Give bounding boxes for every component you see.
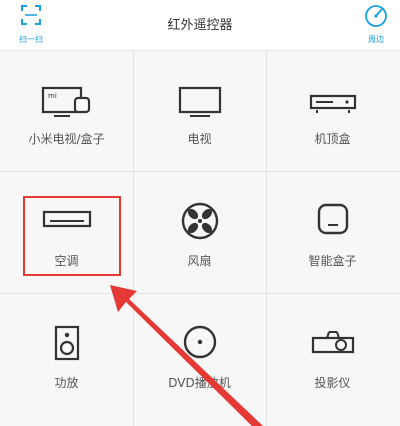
device-label: 小米电视/盒子 bbox=[28, 132, 105, 146]
nearby-label: 周边 bbox=[368, 35, 384, 44]
device-label: 智能盒子 bbox=[308, 254, 357, 268]
device-projector[interactable]: 投影仪 bbox=[266, 294, 399, 415]
device-amplifier[interactable]: 功放 bbox=[0, 294, 133, 415]
scan-label: 扫一扫 bbox=[19, 35, 43, 44]
device-set-top-box[interactable]: 机顶盒 bbox=[266, 51, 399, 172]
set-top-box-icon bbox=[266, 84, 399, 124]
radar-icon bbox=[365, 5, 387, 27]
device-label: 电视 bbox=[187, 132, 212, 146]
device-dvd-player[interactable]: DVD播放机 bbox=[133, 294, 266, 415]
top-bar: 扫一扫 红外遥控器 周边 bbox=[0, 0, 400, 50]
tv-icon bbox=[133, 84, 266, 124]
device-smart-box[interactable]: 智能盒子 bbox=[266, 172, 399, 293]
device-fan[interactable]: 风扇 bbox=[133, 172, 266, 293]
device-label: 风扇 bbox=[187, 254, 212, 268]
svg-text:mi: mi bbox=[48, 92, 57, 100]
device-mi-tv-box[interactable]: mi 小米电视/盒子 bbox=[0, 51, 133, 172]
nearby-button[interactable]: 周边 bbox=[358, 4, 394, 46]
device-label: DVD播放机 bbox=[168, 376, 231, 390]
projector-icon bbox=[266, 324, 399, 364]
fan-icon bbox=[133, 201, 266, 241]
dvd-player-icon bbox=[133, 324, 266, 364]
device-label: 投影仪 bbox=[314, 376, 351, 390]
page-title: 红外遥控器 bbox=[167, 18, 233, 33]
smart-box-icon bbox=[266, 201, 399, 241]
mi-tv-box-icon: mi bbox=[0, 84, 133, 124]
highlight-box bbox=[23, 196, 121, 276]
device-tv[interactable]: 电视 bbox=[133, 51, 266, 172]
device-label: 功放 bbox=[54, 376, 79, 390]
device-label: 机顶盒 bbox=[314, 132, 351, 146]
amplifier-icon bbox=[0, 324, 133, 364]
